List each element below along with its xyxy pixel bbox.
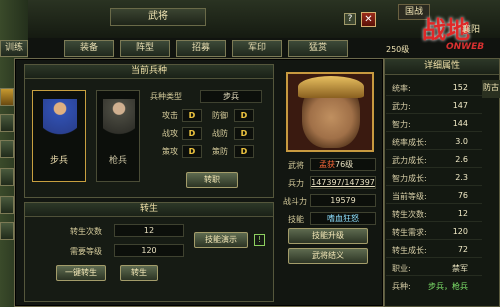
stat-row: 兵种: 步兵，枪兵 xyxy=(392,282,468,291)
general-portrait xyxy=(286,72,374,152)
side-button-3[interactable] xyxy=(0,140,14,158)
spearman-label: 枪兵 xyxy=(108,156,127,166)
tab-seal[interactable]: 军印 xyxy=(232,40,282,57)
spearman-figure xyxy=(103,99,135,147)
skill-demo-button[interactable]: 技能演示 xyxy=(194,232,248,248)
side-button-1[interactable] xyxy=(0,88,14,106)
general-helmet xyxy=(298,76,364,98)
stat-row: 职业: 禁军 xyxy=(386,260,482,276)
type-value: 步兵 xyxy=(200,90,262,103)
war-attack-label: 战攻 xyxy=(162,129,178,138)
tab-train[interactable]: 训练 xyxy=(0,40,28,57)
war-defense-label: 战防 xyxy=(212,129,228,138)
side-button-6[interactable] xyxy=(0,222,14,240)
stat-row: 武力成长: 2.6 xyxy=(386,152,482,168)
close-icon: ✕ xyxy=(364,14,373,25)
stat-row: 转生成长: 72 xyxy=(386,242,482,258)
stat-row: 武力: 147 xyxy=(386,98,482,114)
rebirth-panel-title: 转生 xyxy=(25,203,273,217)
stat-row: 当前等级: 76 xyxy=(386,188,482,204)
war-defense-value: D xyxy=(234,127,254,140)
rebirth-times-label: 转生次数 xyxy=(70,227,102,236)
attribute-list: 统率: 152 武力: 147 智力: 144 统率成长: 3.0 武力成长: 2.6 智… xyxy=(386,80,482,300)
general-name-box: 孟获76级 xyxy=(310,158,376,171)
rebirth-times-value: 12 xyxy=(114,224,184,237)
general-sworn-button[interactable]: 武将结义 xyxy=(288,248,368,264)
war-attack-value: D xyxy=(182,127,202,140)
one-key-rebirth-button[interactable]: 一键转生 xyxy=(56,265,106,281)
window-title: 武将 xyxy=(148,11,168,22)
rebirth-button[interactable]: 转生 xyxy=(120,265,158,281)
attack-value: D xyxy=(182,109,202,122)
stat-row: 智力成长: 2.3 xyxy=(386,170,482,186)
unit-portrait-spearman[interactable]: 枪兵 xyxy=(96,90,140,182)
stat-row: 智力: 144 xyxy=(386,116,482,132)
required-level-value: 120 xyxy=(114,244,184,257)
side-button-5[interactable] xyxy=(0,196,14,214)
tab-equipment[interactable]: 装备 xyxy=(64,40,114,57)
skill-upgrade-button[interactable]: 技能升级 xyxy=(288,228,368,244)
stat-row: 转生需求: 120 xyxy=(386,224,482,240)
tactic-defense-value: D xyxy=(234,145,254,158)
tactic-attack-value: D xyxy=(182,145,202,158)
general-name: 孟获 xyxy=(319,160,335,169)
skill-value[interactable]: 嗜血狂怒 xyxy=(310,212,376,225)
troops-label: 兵力 xyxy=(288,179,304,188)
infantry-label: 步兵 xyxy=(49,156,68,166)
stat-row: 统率成长: 3.0 xyxy=(386,134,482,150)
game-logo: 战地 ONWEB xyxy=(400,10,500,56)
tactic-attack-label: 策攻 xyxy=(162,147,178,156)
troops-value: 147397/147397 xyxy=(310,176,376,189)
transfer-button[interactable]: 转职 xyxy=(186,172,238,188)
power-label: 战斗力 xyxy=(283,197,307,206)
defense-label: 防御 xyxy=(212,111,228,120)
logo-subtext: ONWEB xyxy=(446,42,485,52)
help-button[interactable]: ? xyxy=(344,13,356,25)
tab-recruit[interactable]: 招募 xyxy=(176,40,226,57)
city-label: 襄阳 xyxy=(462,25,481,35)
tactic-defense-label: 策防 xyxy=(212,147,228,156)
close-button[interactable]: ✕ xyxy=(361,12,376,27)
type-label: 兵种类型 xyxy=(150,92,182,101)
attack-label: 攻击 xyxy=(162,111,178,120)
hint-icon[interactable]: ! xyxy=(254,234,265,246)
unit-panel-title: 当前兵种 xyxy=(25,65,273,79)
defense-value: D xyxy=(234,109,254,122)
attributes-title: 详细属性 xyxy=(385,59,499,75)
general-name-label: 武将 xyxy=(288,161,304,170)
unit-portrait-infantry[interactable]: 步兵 xyxy=(32,90,86,182)
side-button-2[interactable] xyxy=(0,114,14,132)
window-title-bar: 武将 xyxy=(110,8,206,26)
tab-formation[interactable]: 阵型 xyxy=(120,40,170,57)
general-level: 76级 xyxy=(335,160,354,169)
power-value: 19579 xyxy=(310,194,376,207)
level-badge: 250级 xyxy=(386,45,410,54)
required-level-label: 需要等级 xyxy=(70,247,102,256)
infantry-figure xyxy=(43,99,77,147)
side-tab[interactable]: 防古 xyxy=(482,80,500,98)
help-icon: ? xyxy=(347,14,353,24)
tab-reward[interactable]: 猛赏 xyxy=(288,40,348,57)
stat-row: 统率: 152 xyxy=(386,80,482,96)
side-button-4[interactable] xyxy=(0,168,14,186)
skill-label: 技能 xyxy=(288,215,304,224)
stat-row: 转生次数: 12 xyxy=(386,206,482,222)
